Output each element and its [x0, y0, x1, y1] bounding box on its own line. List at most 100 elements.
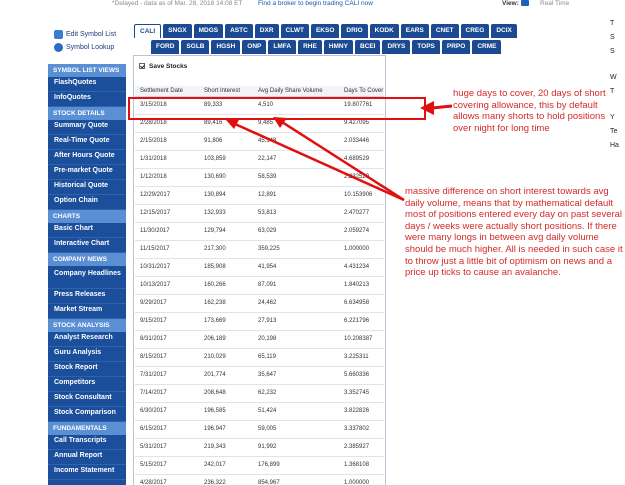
- clipped-news-item[interactable]: Te: [610, 128, 625, 142]
- table-row: 6/15/2017 196,947 59,005 3.337802: [135, 420, 384, 439]
- view-label-text: View:: [502, 0, 519, 7]
- table-row: 9/15/2017 173,669 27,913 6.221796: [135, 312, 384, 331]
- sidebar-item-press-releases[interactable]: Press Releases: [48, 289, 126, 304]
- sidebar-item-real-time-quote[interactable]: Real-Time Quote: [48, 135, 126, 150]
- tab-dcix[interactable]: DCIX: [491, 24, 517, 38]
- tab-drio[interactable]: DRIO: [341, 24, 368, 38]
- sidebar-item-summary-quote[interactable]: Summary Quote: [48, 120, 126, 135]
- sidebar-item-stock-comparison[interactable]: Stock Comparison: [48, 407, 126, 422]
- tab-prpo[interactable]: PRPO: [441, 40, 471, 54]
- tab-onp[interactable]: ONP: [242, 40, 267, 54]
- cell-avg-daily-volume: 41,954: [253, 258, 339, 277]
- clipped-news-item[interactable]: W: [610, 74, 625, 88]
- sidebar-item-interactive-chart[interactable]: Interactive Chart: [48, 238, 126, 253]
- cell-short-interest: 103,859: [199, 150, 253, 169]
- sidebar-item-basic-chart[interactable]: Basic Chart: [48, 223, 126, 238]
- col-settlement-date[interactable]: Settlement Date: [135, 86, 199, 97]
- edit-symbol-list-link[interactable]: Edit Symbol List: [54, 28, 128, 41]
- cell-settlement-date: 11/30/2017: [135, 222, 199, 241]
- tab-tops[interactable]: TOPS: [412, 40, 440, 54]
- sidebar-item-analyst-research[interactable]: Analyst Research: [48, 332, 126, 347]
- tab-bcei[interactable]: BCEI: [354, 40, 381, 54]
- tab-ears[interactable]: EARS: [400, 24, 429, 38]
- table-row: 8/31/2017 206,189 20,198 10.208387: [135, 330, 384, 349]
- tab-cali[interactable]: CALI: [134, 24, 162, 38]
- tab-drys[interactable]: DRYS: [382, 40, 411, 54]
- tab-sngx[interactable]: SNGX: [163, 24, 192, 38]
- sidebar-header-stock-analysis: STOCK ANALYSIS: [48, 319, 126, 332]
- table-row: 12/29/2017 130,894 12,891 10.153906: [135, 186, 384, 205]
- clipped-news-item[interactable]: T: [610, 20, 625, 34]
- sidebar-item-after-hours-quote[interactable]: After Hours Quote: [48, 150, 126, 165]
- cell-days-to-cover: 6.221796: [339, 312, 384, 331]
- view-toggle-icon[interactable]: [520, 0, 529, 7]
- clipped-news-item[interactable]: T: [610, 88, 625, 114]
- tab-rhe[interactable]: RHE: [298, 40, 322, 54]
- col-short-interest[interactable]: Short Interest: [199, 86, 253, 97]
- sidebar-item-pre-market-quote[interactable]: Pre-market Quote: [48, 165, 126, 180]
- clipped-news-item[interactable]: Y: [610, 114, 625, 128]
- cell-settlement-date: 6/15/2017: [135, 420, 199, 439]
- days-to-cover-note: huge days to cover, 20 days of short cov…: [453, 88, 606, 134]
- sidebar-item-market-stream[interactable]: Market Stream: [48, 304, 126, 319]
- tab-hmny[interactable]: HMNY: [323, 40, 353, 54]
- cell-days-to-cover: 2.033446: [339, 132, 384, 151]
- save-stocks-row[interactable]: Save Stocks: [134, 56, 385, 76]
- tab-kodk[interactable]: KODK: [369, 24, 399, 38]
- sidebar-item-flashquotes[interactable]: FlashQuotes: [48, 77, 126, 92]
- sidebar-nav: SYMBOL LIST VIEWS FlashQuotes InfoQuotes ST…: [48, 64, 126, 485]
- tab-astc[interactable]: ASTC: [225, 24, 253, 38]
- sidebar-item-option-chain[interactable]: Option Chain: [48, 195, 126, 210]
- cell-settlement-date: 8/31/2017: [135, 330, 199, 349]
- clipped-news-item[interactable]: S: [610, 48, 625, 74]
- tab-ford[interactable]: FORD: [151, 40, 180, 54]
- sidebar-item-income-statement[interactable]: Income Statement: [48, 465, 126, 480]
- sidebar-item-competitors[interactable]: Competitors: [48, 377, 126, 392]
- sidebar-item-historical-quote[interactable]: Historical Quote: [48, 180, 126, 195]
- sidebar-item-company-headlines[interactable]: Company Headlines: [48, 266, 126, 289]
- tab-creg[interactable]: CREG: [460, 24, 490, 38]
- tab-mdgs[interactable]: MDGS: [193, 24, 224, 38]
- sidebar-item-stock-report[interactable]: Stock Report: [48, 362, 126, 377]
- find-broker-link[interactable]: Find a broker to begin trading CALI now: [258, 0, 373, 7]
- symbol-tabs-row-2: FORD SGLB HGSH ONP LMFA RHE HMNY BCEI DRYS TOPS PR…: [151, 40, 503, 54]
- cell-avg-daily-volume: 12,891: [253, 186, 339, 205]
- tab-lmfa[interactable]: LMFA: [268, 40, 297, 54]
- realtime-link[interactable]: Real Time: [540, 0, 569, 7]
- sidebar-header-company-news: COMPANY NEWS: [48, 253, 126, 266]
- cell-settlement-date: 2/15/2018: [135, 132, 199, 151]
- save-stocks-label: Save Stocks: [149, 62, 188, 70]
- table-row: 4/28/2017 236,322 854,967 1.000000: [135, 474, 384, 485]
- tab-dxr[interactable]: DXR: [254, 24, 279, 38]
- table-row: 10/31/2017 185,908 41,954 4.431234: [135, 258, 384, 277]
- cell-settlement-date: 5/31/2017: [135, 438, 199, 457]
- clipped-news-item[interactable]: Ha: [610, 142, 625, 156]
- clipped-news-item[interactable]: S: [610, 34, 625, 48]
- save-stocks-checkbox[interactable]: [139, 63, 145, 69]
- sidebar-item-call-transcripts[interactable]: Call Transcripts: [48, 435, 126, 450]
- sidebar-item-stock-consultant[interactable]: Stock Consultant: [48, 392, 126, 407]
- sidebar-item-annual-report[interactable]: Annual Report: [48, 450, 126, 465]
- cell-short-interest: 130,690: [199, 168, 253, 187]
- top-status-bar: *Delayed - data as of Mar. 28, 2018 14:0…: [0, 0, 625, 12]
- tab-clwt[interactable]: CLWT: [280, 24, 309, 38]
- table-row: 6/30/2017 196,585 51,424 3.822826: [135, 402, 384, 421]
- col-days-to-cover[interactable]: Days To Cover: [339, 86, 384, 97]
- tab-cnet[interactable]: CNET: [430, 24, 459, 38]
- col-avg-daily-volume[interactable]: Avg Daily Share Volume: [253, 86, 339, 97]
- cell-days-to-cover: 10.208387: [339, 330, 384, 349]
- cell-avg-daily-volume: 65,119: [253, 348, 339, 367]
- sidebar-item-guru-analysis[interactable]: Guru Analysis: [48, 347, 126, 362]
- table-row: 7/31/2017 201,774 35,647 5.660336: [135, 366, 384, 385]
- edit-symbol-list-label: Edit Symbol List: [66, 31, 117, 38]
- sidebar-item-infoquotes[interactable]: InfoQuotes: [48, 92, 126, 107]
- cell-short-interest: 91,806: [199, 132, 253, 151]
- cell-short-interest: 162,238: [199, 294, 253, 313]
- tab-sglb[interactable]: SGLB: [181, 40, 210, 54]
- cell-avg-daily-volume: 20,198: [253, 330, 339, 349]
- tab-hgsh[interactable]: HGSH: [211, 40, 241, 54]
- tab-crme[interactable]: CRME: [472, 40, 502, 54]
- tab-ekso[interactable]: EKSO: [310, 24, 340, 38]
- symbol-lookup-link[interactable]: Symbol Lookup: [54, 41, 128, 54]
- sidebar-header-fundamentals: FUNDAMENTALS: [48, 422, 126, 435]
